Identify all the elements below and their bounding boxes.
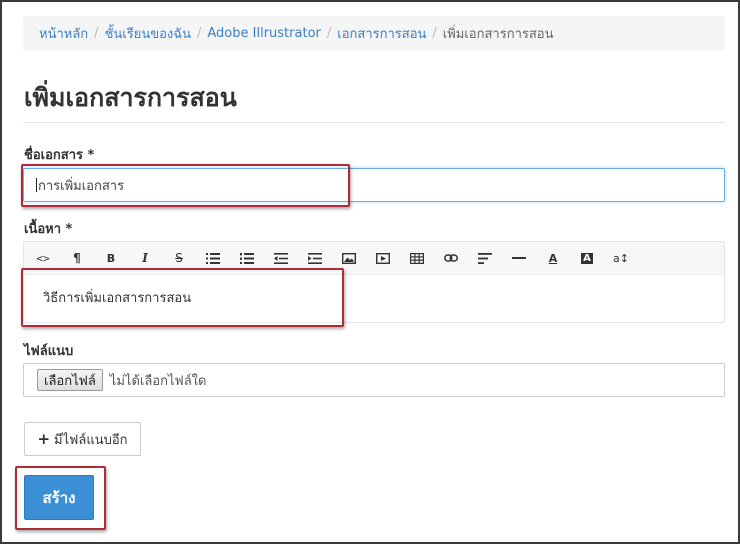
code-icon: <>: [36, 251, 50, 265]
document-name-label: ชื่อเอกสาร *: [24, 148, 95, 163]
choose-file-button[interactable]: เลือกไฟล์: [37, 369, 103, 391]
editor-content-area[interactable]: วิธีการเพิ่มเอกสารการสอน: [24, 275, 724, 320]
video-icon: [376, 252, 390, 264]
file-status-text: ไม่ได้เลือกไฟล์ใด: [109, 373, 207, 389]
title-divider: [23, 122, 725, 123]
bold-button[interactable]: B: [94, 242, 128, 275]
breadcrumb-documents[interactable]: เอกสารการสอน: [337, 23, 426, 44]
strikethrough-button[interactable]: S: [162, 242, 196, 275]
background-color-icon: A: [581, 252, 593, 264]
breadcrumb: หน้าหลัก / ชั้นเรียนของฉัน / Adobe Illru…: [23, 16, 725, 51]
editor-toolbar: <> ¶ B I S A A a↕: [24, 242, 724, 275]
plus-icon: +: [37, 430, 51, 448]
link-icon: [444, 254, 458, 262]
editor-content-text: วิธีการเพิ่มเอกสารการสอน: [43, 291, 192, 306]
font-size-icon: a↕: [613, 251, 629, 265]
add-more-files-label: มีไฟล์แนบอีก: [54, 432, 128, 448]
align-button[interactable]: [468, 242, 502, 275]
create-button[interactable]: สร้าง: [24, 475, 94, 520]
breadcrumb-home[interactable]: หน้าหลัก: [39, 23, 88, 44]
font-color-button[interactable]: A: [536, 242, 570, 275]
code-view-button[interactable]: <>: [26, 242, 60, 275]
paragraph-button[interactable]: ¶: [60, 242, 94, 275]
breadcrumb-current: เพิ่มเอกสารการสอน: [442, 27, 554, 42]
italic-button[interactable]: I: [128, 242, 162, 275]
paragraph-icon: ¶: [73, 251, 81, 265]
background-color-button[interactable]: A: [570, 242, 604, 275]
text-caret: [36, 178, 37, 192]
rich-text-editor: <> ¶ B I S A A a↕ วิธีการเพิ่มเอกสารการส…: [23, 241, 725, 323]
breadcrumb-separator: /: [94, 26, 99, 41]
insert-link-button[interactable]: [434, 242, 468, 275]
breadcrumb-course[interactable]: Adobe Illrustrator: [207, 26, 320, 41]
breadcrumb-separator: /: [326, 26, 332, 41]
outdent-button[interactable]: [264, 242, 298, 275]
indent-button[interactable]: [298, 242, 332, 275]
align-left-icon: [478, 252, 492, 264]
breadcrumb-separator: /: [432, 26, 437, 41]
italic-icon: I: [142, 251, 148, 265]
insert-video-button[interactable]: [366, 242, 400, 275]
image-icon: [342, 252, 356, 264]
ordered-list-button[interactable]: [230, 242, 264, 275]
add-more-files-button[interactable]: + มีไฟล์แนบอีก: [24, 422, 141, 456]
font-size-button[interactable]: a↕: [604, 242, 638, 275]
outdent-icon: [274, 252, 288, 264]
attachment-label: ไฟล์แนบ: [24, 344, 74, 359]
insert-image-button[interactable]: [332, 242, 366, 275]
window-frame: หน้าหลัก / ชั้นเรียนของฉัน / Adobe Illru…: [0, 0, 740, 544]
horizontal-rule-button[interactable]: [502, 242, 536, 275]
file-input: เลือกไฟล์ ไม่ได้เลือกไฟล์ใด: [23, 363, 725, 397]
insert-table-button[interactable]: [400, 242, 434, 275]
document-name-input[interactable]: การเพิ่มเอกสาร: [23, 168, 725, 202]
document-name-value: การเพิ่มเอกสาร: [38, 178, 125, 194]
horizontal-rule-icon: [512, 257, 526, 259]
breadcrumb-separator: /: [197, 26, 202, 41]
bullet-list-icon: [206, 252, 220, 264]
numbered-list-icon: [240, 252, 254, 264]
page-title: เพิ่มเอกสารการสอน: [24, 83, 237, 112]
bold-icon: B: [106, 251, 116, 265]
breadcrumb-my-classes[interactable]: ชั้นเรียนของฉัน: [105, 23, 191, 44]
strikethrough-icon: S: [175, 251, 183, 265]
unordered-list-button[interactable]: [196, 242, 230, 275]
indent-icon: [308, 252, 322, 264]
table-icon: [410, 252, 424, 264]
font-color-icon: A: [548, 251, 558, 265]
content-label: เนื้อหา *: [24, 222, 73, 237]
